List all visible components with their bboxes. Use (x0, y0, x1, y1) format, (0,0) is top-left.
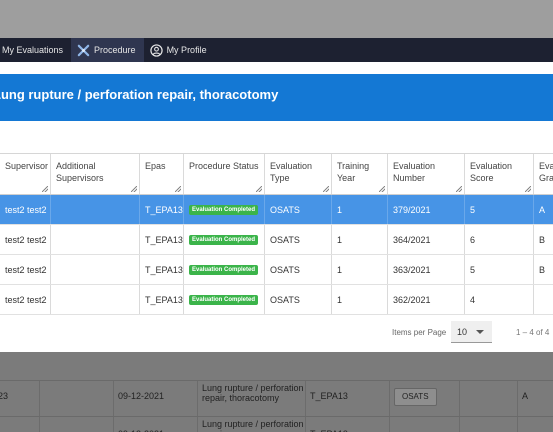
procedure-evaluations-dialog: Lung rupture / perforation repair, thora… (0, 62, 553, 352)
procedure-icon (77, 44, 90, 56)
evaluation-score-cell: 5 (465, 255, 534, 284)
epa-cell: T_EPA13 (306, 381, 390, 416)
supervisor-cell: test2 test2 (0, 285, 51, 314)
column-header-procedure-status[interactable]: Procedure Status (184, 154, 265, 194)
procedure-cell: Lung rupture / perforation repair, thora… (198, 381, 306, 416)
chevron-down-icon (476, 330, 484, 334)
index-cell (0, 417, 40, 432)
procedure-status-cell: Evaluation Completed (184, 195, 265, 224)
page-size-value: 10 (457, 327, 468, 337)
evaluation-score-cell: 6 (465, 225, 534, 254)
date-cell: 09-12-2021 (114, 381, 198, 416)
page-range-label: 1 – 4 of 4 (516, 328, 550, 337)
column-header-evaluation-number[interactable]: Evaluation Number (388, 154, 465, 194)
dialog-title: Lung rupture / perforation repair, thora… (0, 87, 279, 102)
empty-cell (40, 381, 114, 416)
evaluation-number-cell: 363/2021 (388, 255, 465, 284)
type-cell: OSATS (390, 381, 460, 416)
additional-supervisors-cell (51, 195, 140, 224)
page-top-backdrop (0, 0, 553, 38)
table-row: 09-12-2021 Lung rupture / perforation re… (0, 416, 553, 432)
nav-item-label: My Profile (166, 45, 207, 55)
column-header-additional-supervisors[interactable]: Additional Supervisors (51, 154, 140, 194)
grid-header-row: Supervisor Additional Supervisors Epas P… (0, 154, 553, 195)
procedure-status-cell: Evaluation Completed (184, 285, 265, 314)
empty-cell (460, 381, 518, 416)
nav-item-my-evaluations[interactable]: My Evaluations (0, 38, 71, 62)
page-size-select[interactable]: 10 (451, 321, 492, 343)
status-badge: Evaluation Completed (189, 264, 259, 275)
column-header-epas[interactable]: Epas (140, 154, 184, 194)
evaluation-score-cell: 5 (465, 195, 534, 224)
evaluation-number-cell: 364/2021 (388, 225, 465, 254)
training-year-cell: 1 (332, 285, 388, 314)
grade-cell: A (518, 381, 553, 416)
evaluation-number-cell: 379/2021 (388, 195, 465, 224)
procedure-cell: Lung rupture / perforation repair, (198, 417, 306, 432)
table-row[interactable]: test2 test2 T_EPA13 Evaluation Completed… (0, 225, 553, 255)
procedure-status-cell: Evaluation Completed (184, 225, 265, 254)
supervisor-cell: test2 test2 (0, 225, 51, 254)
evaluation-grade-cell: A (534, 195, 553, 224)
training-year-cell: 1 (332, 255, 388, 284)
date-cell: 09-12-2021 (114, 417, 198, 432)
nav-item-procedure[interactable]: Procedure (71, 38, 144, 62)
nav-item-label: My Evaluations (2, 45, 64, 55)
epas-cell: T_EPA13 (140, 285, 184, 314)
column-header-evaluation-type[interactable]: Evaluation Type (265, 154, 332, 194)
status-badge: Evaluation Completed (189, 204, 259, 215)
table-row: 23 09-12-2021 Lung rupture / perforation… (0, 380, 553, 416)
empty-cell (460, 417, 518, 432)
epa-cell: T_EPA13 (306, 417, 390, 432)
main-nav: My Evaluations Procedure My Profile (0, 38, 553, 62)
evaluation-score-cell: 4 (465, 285, 534, 314)
nav-item-my-profile[interactable]: My Profile (144, 38, 215, 62)
empty-cell (40, 417, 114, 432)
nav-item-label: Procedure (94, 45, 136, 55)
table-row[interactable]: test2 test2 T_EPA13 Evaluation Completed… (0, 255, 553, 285)
column-header-training-year[interactable]: Training Year (332, 154, 388, 194)
background-procedures-table: 23 09-12-2021 Lung rupture / perforation… (0, 380, 553, 432)
status-badge: Evaluation Completed (189, 294, 259, 305)
items-per-page-label: Items per Page (392, 328, 447, 337)
epas-cell: T_EPA13 (140, 195, 184, 224)
evaluation-grade-cell (534, 285, 553, 314)
additional-supervisors-cell (51, 255, 140, 284)
evaluation-type-cell: OSATS (265, 225, 332, 254)
evaluation-number-cell: 362/2021 (388, 285, 465, 314)
dialog-header: Lung rupture / perforation repair, thora… (0, 74, 553, 121)
grade-cell (518, 417, 553, 432)
supervisor-cell: test2 test2 (0, 255, 51, 284)
column-header-evaluation-grade[interactable]: Evaluation Grade (534, 154, 553, 194)
epas-cell: T_EPA13 (140, 255, 184, 284)
user-circle-icon (149, 43, 163, 57)
additional-supervisors-cell (51, 285, 140, 314)
procedure-status-cell: Evaluation Completed (184, 255, 265, 284)
paginator: Items per Page 10 1 – 4 of 4 (0, 321, 553, 345)
evaluation-type-cell: OSATS (265, 195, 332, 224)
table-row[interactable]: test2 test2 T_EPA13 Evaluation Completed… (0, 285, 553, 315)
training-year-cell: 1 (332, 195, 388, 224)
evaluation-type-cell: OSATS (265, 255, 332, 284)
type-cell (390, 417, 460, 432)
evaluations-grid: Supervisor Additional Supervisors Epas P… (0, 153, 553, 315)
osats-button[interactable]: OSATS (394, 388, 437, 406)
additional-supervisors-cell (51, 225, 140, 254)
supervisor-cell: test2 test2 (0, 195, 51, 224)
epas-cell: T_EPA13 (140, 225, 184, 254)
status-badge: Evaluation Completed (189, 234, 259, 245)
index-cell: 23 (0, 381, 40, 416)
evaluation-grade-cell: B (534, 255, 553, 284)
training-year-cell: 1 (332, 225, 388, 254)
table-row[interactable]: test2 test2 T_EPA13 Evaluation Completed… (0, 195, 553, 225)
column-header-evaluation-score[interactable]: Evaluation Score (465, 154, 534, 194)
column-header-supervisor[interactable]: Supervisor (0, 154, 51, 194)
evaluation-type-cell: OSATS (265, 285, 332, 314)
evaluation-grade-cell: B (534, 225, 553, 254)
